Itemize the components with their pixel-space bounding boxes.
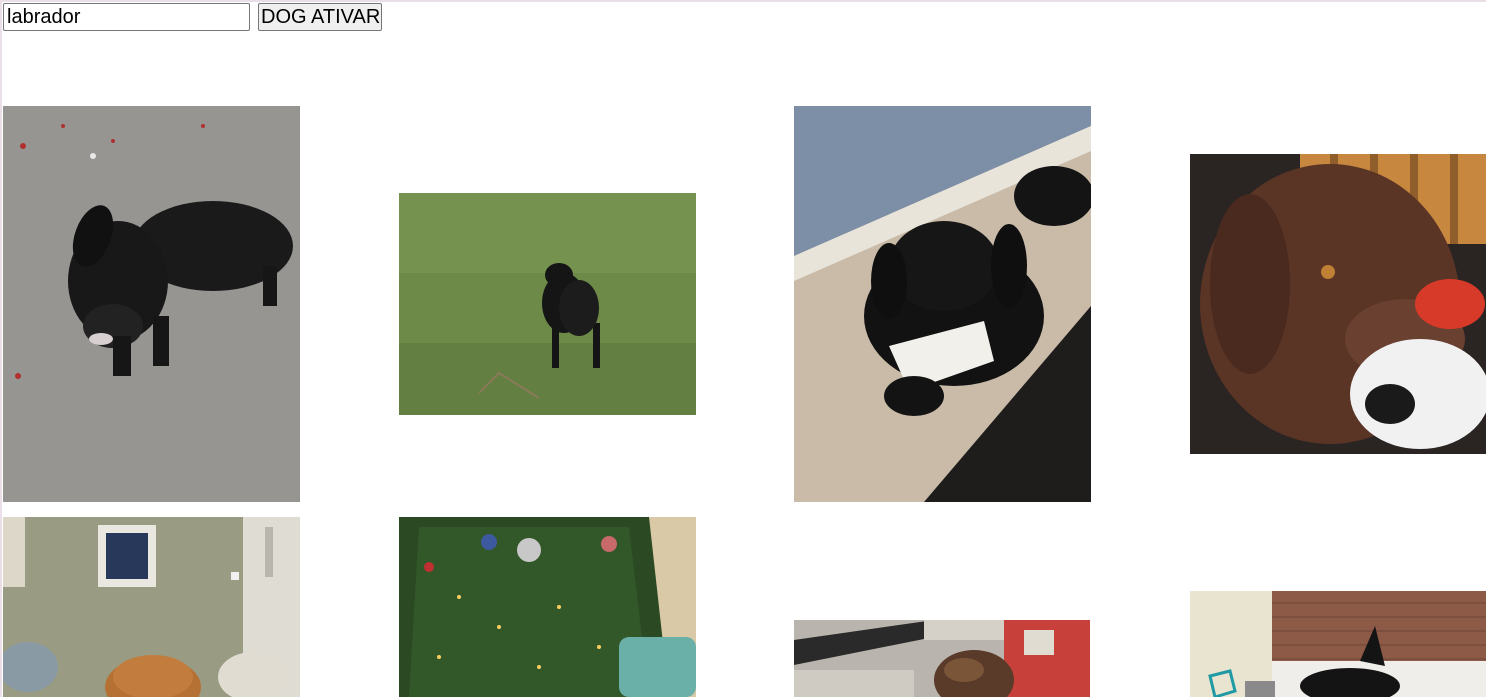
photo-dog-living-room xyxy=(3,517,300,697)
dog-ativar-button[interactable]: DOG ATIVAR xyxy=(258,3,382,31)
left-border xyxy=(0,0,2,697)
photo-black-labrador-grass xyxy=(399,193,696,415)
top-border xyxy=(0,0,1486,2)
photo-dog-in-car xyxy=(794,620,1090,697)
photo-christmas-tree xyxy=(399,517,696,697)
photo-black-puppy-bed xyxy=(794,106,1091,502)
photo-dog-brick-wall xyxy=(1190,591,1486,697)
search-input[interactable] xyxy=(3,3,250,31)
photo-black-labrador-pavement xyxy=(3,106,300,502)
photo-chocolate-labrador-toy xyxy=(1190,154,1486,454)
